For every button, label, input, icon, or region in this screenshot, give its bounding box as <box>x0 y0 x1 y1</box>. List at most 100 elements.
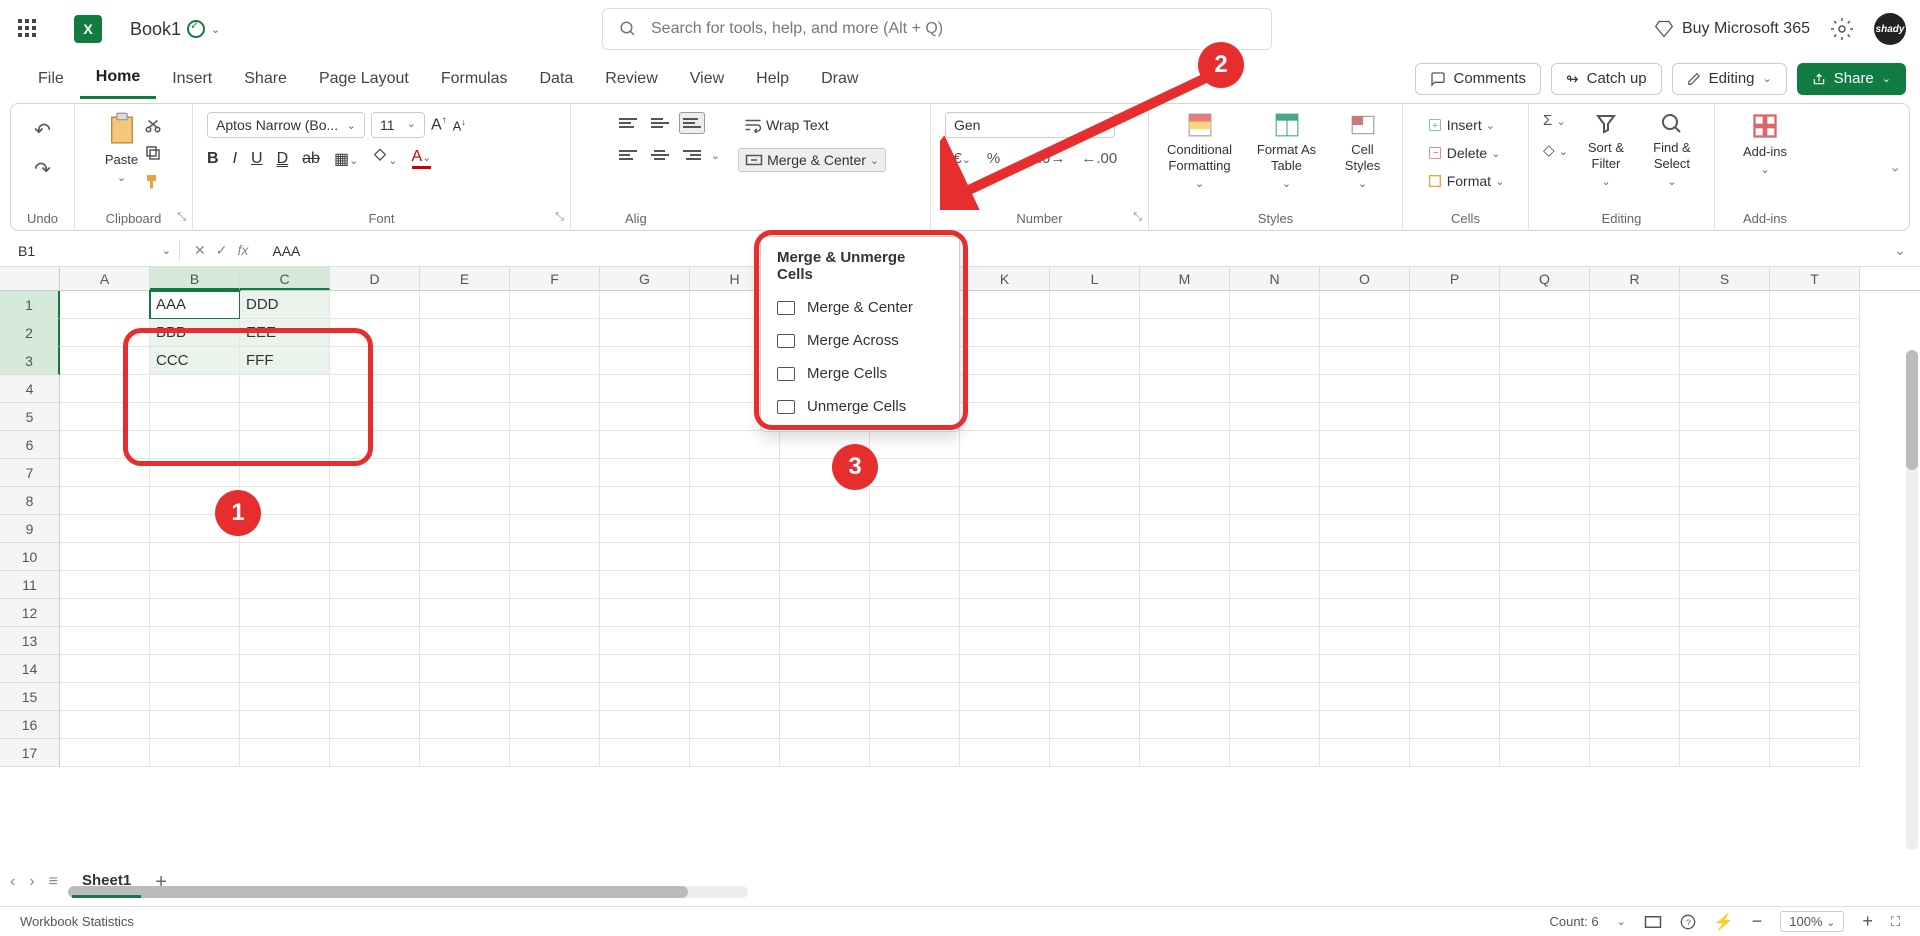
cell-I16[interactable] <box>780 711 870 739</box>
cell-K10[interactable] <box>960 543 1050 571</box>
enter-formula-icon[interactable]: ✓ <box>216 242 228 259</box>
cell-G3[interactable] <box>600 347 690 375</box>
cell-K7[interactable] <box>960 459 1050 487</box>
cell-O13[interactable] <box>1320 627 1410 655</box>
cell-R4[interactable] <box>1590 375 1680 403</box>
cell-O9[interactable] <box>1320 515 1410 543</box>
buy-m365-button[interactable]: Buy Microsoft 365 <box>1654 19 1810 39</box>
find-select-button[interactable]: Find & Select⌄ <box>1644 112 1700 188</box>
cell-Q15[interactable] <box>1500 683 1590 711</box>
cell-M16[interactable] <box>1140 711 1230 739</box>
cell-H8[interactable] <box>690 487 780 515</box>
cell-O8[interactable] <box>1320 487 1410 515</box>
cell-C3[interactable]: FFF <box>240 347 330 375</box>
cell-B17[interactable] <box>150 739 240 767</box>
cell-A6[interactable] <box>60 431 150 459</box>
cell-R8[interactable] <box>1590 487 1680 515</box>
orientation-button[interactable]: ⌄ <box>711 149 720 162</box>
cell-H13[interactable] <box>690 627 780 655</box>
cell-B10[interactable] <box>150 543 240 571</box>
cell-T9[interactable] <box>1770 515 1860 543</box>
name-box[interactable]: B1⌄ <box>10 241 180 261</box>
cell-J14[interactable] <box>870 655 960 683</box>
cell-T13[interactable] <box>1770 627 1860 655</box>
cell-C6[interactable] <box>240 431 330 459</box>
cell-H9[interactable] <box>690 515 780 543</box>
cell-B15[interactable] <box>150 683 240 711</box>
cell-M9[interactable] <box>1140 515 1230 543</box>
cell-M14[interactable] <box>1140 655 1230 683</box>
cell-P17[interactable] <box>1410 739 1500 767</box>
cell-A17[interactable] <box>60 739 150 767</box>
col-header-E[interactable]: E <box>420 267 510 290</box>
addins-button[interactable]: Add-ins⌄ <box>1743 112 1787 176</box>
cell-I11[interactable] <box>780 571 870 599</box>
cell-P4[interactable] <box>1410 375 1500 403</box>
cell-C4[interactable] <box>240 375 330 403</box>
cell-I17[interactable] <box>780 739 870 767</box>
cell-J9[interactable] <box>870 515 960 543</box>
cell-T6[interactable] <box>1770 431 1860 459</box>
cell-B1[interactable]: AAA <box>150 291 240 319</box>
format-cells-button[interactable]: Format⌄ <box>1421 170 1511 192</box>
fx-icon[interactable]: fx <box>237 242 248 259</box>
format-as-table-button[interactable]: Format As Table⌄ <box>1249 112 1325 190</box>
cell-R12[interactable] <box>1590 599 1680 627</box>
catch-up-button[interactable]: ↬ Catch up <box>1551 63 1662 95</box>
cell-E15[interactable] <box>420 683 510 711</box>
double-underline-button[interactable]: D <box>277 150 289 168</box>
cell-E8[interactable] <box>420 487 510 515</box>
v-scroll-thumb[interactable] <box>1906 350 1918 470</box>
tab-data[interactable]: Data <box>524 58 590 99</box>
cell-E11[interactable] <box>420 571 510 599</box>
cell-D3[interactable] <box>330 347 420 375</box>
col-header-A[interactable]: A <box>60 267 150 290</box>
cell-H7[interactable] <box>690 459 780 487</box>
cell-C11[interactable] <box>240 571 330 599</box>
sheet-tab-sheet1[interactable]: Sheet1 <box>72 866 141 898</box>
tab-page-layout[interactable]: Page Layout <box>303 58 425 99</box>
cell-I12[interactable] <box>780 599 870 627</box>
cell-G7[interactable] <box>600 459 690 487</box>
row-header-6[interactable]: 6 <box>0 431 60 459</box>
cell-T12[interactable] <box>1770 599 1860 627</box>
cell-M2[interactable] <box>1140 319 1230 347</box>
cell-R5[interactable] <box>1590 403 1680 431</box>
cell-E4[interactable] <box>420 375 510 403</box>
cell-O4[interactable] <box>1320 375 1410 403</box>
cell-J12[interactable] <box>870 599 960 627</box>
cell-A4[interactable] <box>60 375 150 403</box>
col-header-C[interactable]: C <box>240 267 330 290</box>
col-header-N[interactable]: N <box>1230 267 1320 290</box>
row-header-2[interactable]: 2 <box>0 319 60 347</box>
cell-G16[interactable] <box>600 711 690 739</box>
underline-button[interactable]: U <box>251 150 263 168</box>
cell-F12[interactable] <box>510 599 600 627</box>
app-launcher-icon[interactable] <box>18 19 38 39</box>
align-left-button[interactable] <box>615 144 641 166</box>
cell-L16[interactable] <box>1050 711 1140 739</box>
cell-T8[interactable] <box>1770 487 1860 515</box>
cell-G13[interactable] <box>600 627 690 655</box>
vertical-scrollbar[interactable] <box>1906 350 1918 850</box>
font-name-select[interactable]: Aptos Narrow (Bo...⌄ <box>207 112 365 138</box>
align-center-button[interactable] <box>647 144 673 166</box>
cell-N13[interactable] <box>1230 627 1320 655</box>
col-header-T[interactable]: T <box>1770 267 1860 290</box>
col-header-O[interactable]: O <box>1320 267 1410 290</box>
cell-D7[interactable] <box>330 459 420 487</box>
cell-S10[interactable] <box>1680 543 1770 571</box>
cell-B5[interactable] <box>150 403 240 431</box>
cell-J11[interactable] <box>870 571 960 599</box>
cell-S14[interactable] <box>1680 655 1770 683</box>
cell-T15[interactable] <box>1770 683 1860 711</box>
cell-F15[interactable] <box>510 683 600 711</box>
cell-L6[interactable] <box>1050 431 1140 459</box>
cell-M1[interactable] <box>1140 291 1230 319</box>
cell-A16[interactable] <box>60 711 150 739</box>
cell-G11[interactable] <box>600 571 690 599</box>
cell-S8[interactable] <box>1680 487 1770 515</box>
cell-I8[interactable] <box>780 487 870 515</box>
select-all-corner[interactable] <box>0 267 60 290</box>
row-header-3[interactable]: 3 <box>0 347 60 375</box>
